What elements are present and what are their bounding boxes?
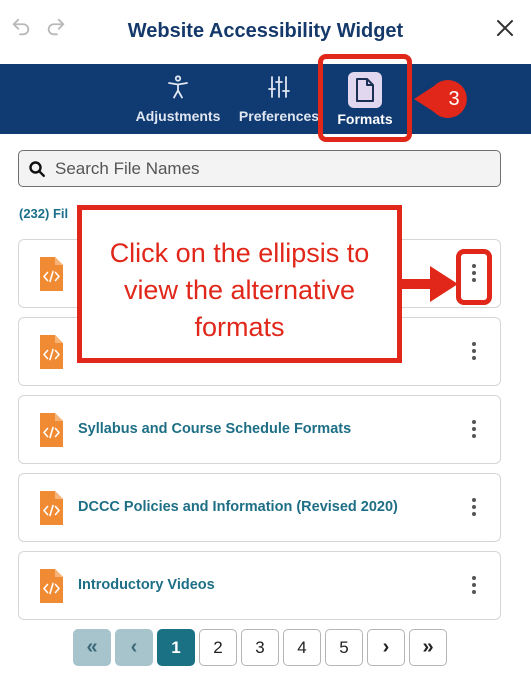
file-item[interactable]: DCCC Policies and Information (Revised 2… (18, 473, 501, 542)
ellipsis-highlight (456, 249, 492, 305)
file-count-number: (232) (19, 206, 50, 221)
file-count-label: Fil (52, 206, 69, 221)
tab-label: Preferences (238, 108, 320, 124)
file-count: (232) Fil (19, 206, 68, 221)
step-badge: 3 (412, 77, 482, 121)
page-button-3[interactable]: 3 (241, 629, 279, 666)
html-file-icon (40, 335, 63, 369)
file-item[interactable]: Introductory Videos (18, 551, 501, 620)
formats-tab-highlight (318, 54, 412, 142)
step-number: 3 (448, 88, 460, 110)
search-input[interactable] (55, 151, 495, 186)
file-name[interactable]: Introductory Videos (78, 552, 215, 619)
last-page-button[interactable]: » (409, 629, 447, 666)
page-button-1[interactable]: 1 (157, 629, 195, 666)
tab-adjustments[interactable]: Adjustments (128, 64, 228, 134)
search-box (18, 150, 501, 187)
widget-title: Website Accessibility Widget (127, 20, 404, 42)
vertical-ellipsis-icon[interactable] (467, 496, 481, 520)
widget-header: Website Accessibility Widget (0, 0, 531, 64)
page-button-5[interactable]: 5 (325, 629, 363, 666)
vertical-ellipsis-icon[interactable] (467, 418, 481, 442)
callout-text: Click on the ellipsis to view the altern… (109, 238, 370, 342)
file-name[interactable]: Syllabus and Course Schedule Formats (78, 396, 351, 463)
previous-page-button[interactable]: ‹ (115, 629, 153, 666)
pagination: « ‹ 1 2 3 4 5 › » (0, 629, 531, 667)
file-name[interactable]: DCCC Policies and Information (Revised 2… (78, 474, 398, 541)
page-button-2[interactable]: 2 (199, 629, 237, 666)
file-item[interactable]: Syllabus and Course Schedule Formats (18, 395, 501, 464)
page-button-4[interactable]: 4 (283, 629, 321, 666)
next-page-button[interactable]: › (367, 629, 405, 666)
html-file-icon (40, 413, 63, 447)
html-file-icon (40, 257, 63, 291)
first-page-button[interactable]: « (73, 629, 111, 666)
sliders-icon (266, 74, 292, 100)
html-file-icon (40, 569, 63, 603)
accessibility-person-icon (165, 74, 191, 100)
instruction-callout: Click on the ellipsis to view the altern… (77, 205, 402, 363)
html-file-icon (40, 491, 63, 525)
tab-label: Adjustments (135, 108, 221, 124)
vertical-ellipsis-icon[interactable] (467, 340, 481, 364)
search-icon (28, 160, 46, 178)
vertical-ellipsis-icon[interactable] (467, 574, 481, 598)
close-icon[interactable] (493, 16, 517, 40)
arrow-right-icon (402, 264, 460, 304)
tab-preferences[interactable]: Preferences (234, 64, 324, 134)
